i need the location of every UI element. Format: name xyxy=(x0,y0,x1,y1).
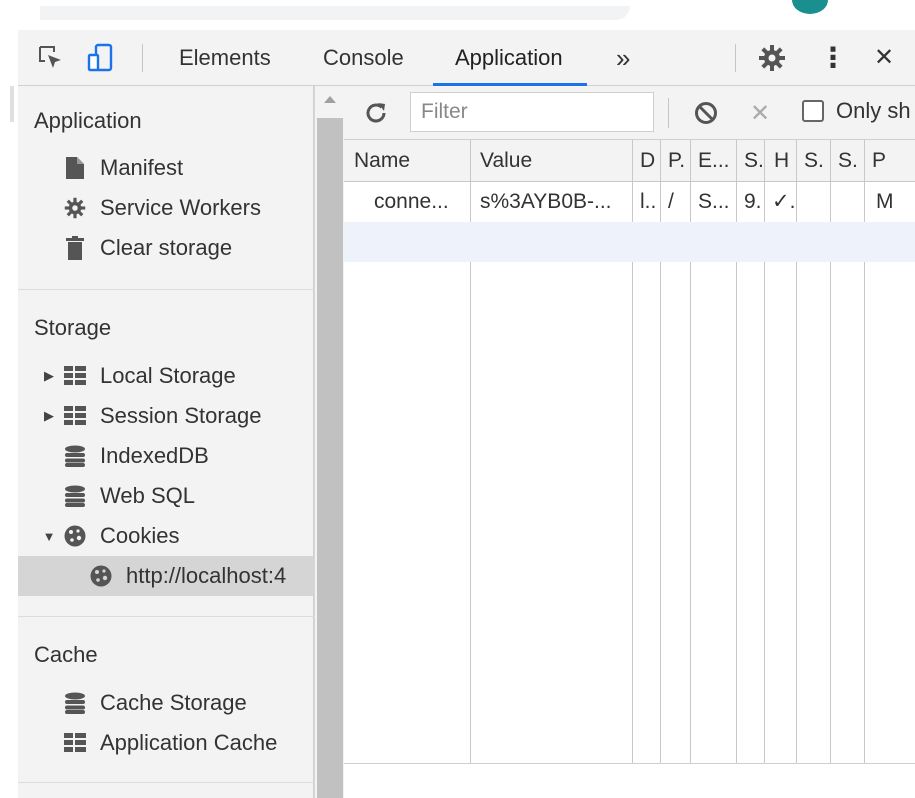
column-header-priority[interactable]: P xyxy=(864,140,915,182)
sidebar-item-clear-storage[interactable]: Clear storage xyxy=(64,228,232,268)
sidebar-item-label: Application Cache xyxy=(100,730,278,755)
column-header-name[interactable]: Name xyxy=(344,140,470,182)
sidebar-item-label: Cache Storage xyxy=(100,690,247,715)
scrollbar-thumb[interactable] xyxy=(317,118,343,798)
edge-mark xyxy=(10,86,14,122)
filter-input[interactable] xyxy=(410,92,654,132)
sidebar-item-service-workers[interactable]: Service Workers xyxy=(64,188,261,228)
device-toolbar-icon[interactable] xyxy=(84,30,118,86)
table-row[interactable]: conne... s%3AYB0B-... l.. / S... 9. ✓. M xyxy=(344,182,915,222)
tab-application[interactable]: Application xyxy=(433,30,587,86)
more-options-button[interactable]: ⋮ xyxy=(819,30,847,86)
toolbar-separator xyxy=(735,44,736,72)
cell-value: s%3AYB0B-... xyxy=(480,190,612,213)
scroll-up-arrow-icon[interactable] xyxy=(324,96,336,103)
cookie-preview-area xyxy=(344,764,915,798)
sidebar-item-local-storage[interactable]: ▶ Local Storage xyxy=(42,356,236,396)
refresh-icon[interactable] xyxy=(358,86,394,140)
gear-icon xyxy=(64,197,86,219)
more-tabs-button[interactable]: » xyxy=(616,30,630,86)
cell-httponly: ✓. xyxy=(772,190,796,213)
sidebar-item-cookie-origin[interactable]: http://localhost:4 xyxy=(18,556,314,596)
section-divider xyxy=(18,616,314,617)
section-title-application: Application xyxy=(34,108,142,133)
sidebar-scrollbar[interactable] xyxy=(314,86,344,798)
page-edge xyxy=(0,86,18,798)
profile-avatar[interactable] xyxy=(792,0,828,14)
tab-console[interactable]: Console xyxy=(323,30,404,86)
sidebar-item-label: Session Storage xyxy=(100,403,262,428)
sidebar-item-web-sql[interactable]: Web SQL xyxy=(64,476,195,516)
cookies-pane: ✕ Only sh Name Value D P. E... S. H S. S… xyxy=(344,86,915,798)
cell-priority: M xyxy=(876,190,894,213)
section-title-storage: Storage xyxy=(34,315,112,340)
cell-secure xyxy=(796,182,830,222)
sidebar-item-label: Web SQL xyxy=(100,483,195,508)
address-bar-edge xyxy=(40,6,630,20)
database-icon xyxy=(64,485,86,507)
sidebar-item-label: Cookies xyxy=(100,523,180,548)
column-header-expires[interactable]: E... xyxy=(690,140,736,182)
column-header-secure[interactable]: S. xyxy=(796,140,830,182)
application-sidebar: Application Manifest Service Workers Cle… xyxy=(18,86,314,798)
toolbar-separator xyxy=(668,98,669,128)
sidebar-item-label: Service Workers xyxy=(100,195,261,220)
sidebar-item-manifest[interactable]: Manifest xyxy=(64,148,183,188)
tab-elements[interactable]: Elements xyxy=(179,30,271,86)
cell-path: / xyxy=(668,190,674,213)
browser-top-strip xyxy=(0,0,915,30)
cell-expires: S... xyxy=(698,190,730,213)
only-show-label: Only sh xyxy=(836,98,911,123)
cell-samesite xyxy=(830,182,864,222)
cookie-icon xyxy=(90,565,112,587)
sidebar-item-indexeddb[interactable]: IndexedDB xyxy=(64,436,209,476)
grid-icon xyxy=(64,405,86,427)
cookie-filter-toolbar: ✕ Only sh xyxy=(344,86,915,140)
cookie-icon xyxy=(64,525,86,547)
inspect-element-icon[interactable] xyxy=(34,30,68,86)
collapse-arrow-icon[interactable]: ▼ xyxy=(42,529,56,544)
column-header-httponly[interactable]: H xyxy=(764,140,796,182)
database-icon xyxy=(64,692,86,714)
sidebar-item-cookies[interactable]: ▼ Cookies xyxy=(42,516,180,556)
grid-icon xyxy=(64,365,86,387)
cell-domain: l.. xyxy=(640,190,657,213)
sidebar-item-application-cache[interactable]: Application Cache xyxy=(64,723,277,763)
sidebar-item-label: http://localhost:4 xyxy=(126,563,287,588)
column-header-domain[interactable]: D xyxy=(632,140,660,182)
grid-icon xyxy=(64,732,86,754)
toolbar-separator xyxy=(142,44,143,72)
sidebar-item-label: Local Storage xyxy=(100,363,236,388)
expand-arrow-icon[interactable]: ▶ xyxy=(42,408,56,424)
sidebar-item-label: Manifest xyxy=(100,155,184,180)
expand-arrow-icon[interactable]: ▶ xyxy=(42,368,56,384)
cookies-table: Name Value D P. E... S. H S. S. P conne.… xyxy=(344,140,915,764)
section-title-cache: Cache xyxy=(34,642,98,667)
column-header-value[interactable]: Value xyxy=(470,140,632,182)
section-divider xyxy=(18,289,314,290)
trash-icon xyxy=(64,236,86,260)
sidebar-item-cache-storage[interactable]: Cache Storage xyxy=(64,683,247,723)
cell-name: conne... xyxy=(374,190,449,213)
table-row-empty[interactable] xyxy=(344,222,915,262)
sidebar-item-label: Clear storage xyxy=(100,235,233,260)
database-icon xyxy=(64,445,86,467)
sidebar-item-label: IndexedDB xyxy=(100,443,209,468)
cell-size: 9. xyxy=(744,190,762,213)
delete-selected-button[interactable]: ✕ xyxy=(742,86,778,140)
sidebar-item-session-storage[interactable]: ▶ Session Storage xyxy=(42,396,261,436)
devtools-toolbar: Elements Console Application » ⋮ ✕ xyxy=(18,30,915,86)
file-icon xyxy=(64,157,86,179)
column-header-samesite[interactable]: S. xyxy=(830,140,864,182)
only-show-checkbox[interactable] xyxy=(802,100,824,122)
clear-all-block-icon[interactable] xyxy=(688,86,724,140)
column-header-path[interactable]: P. xyxy=(660,140,690,182)
settings-gear-icon[interactable] xyxy=(754,30,790,86)
section-divider xyxy=(18,782,314,783)
column-header-size[interactable]: S. xyxy=(736,140,764,182)
close-devtools-button[interactable]: ✕ xyxy=(874,30,894,86)
